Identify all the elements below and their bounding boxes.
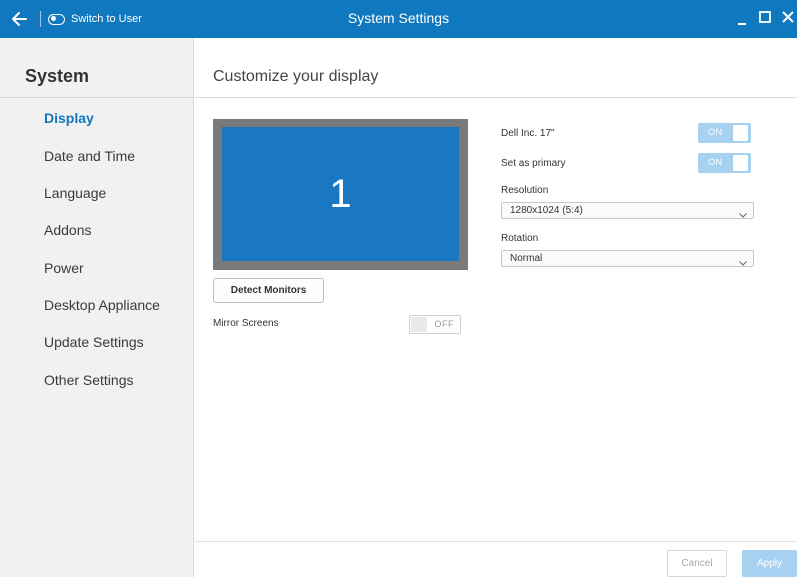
toggle-knob [733,155,748,171]
toggle-knob [411,317,427,332]
monitor-screen: 1 [222,127,459,261]
set-as-primary-toggle[interactable]: ON [698,153,751,173]
sidebar-item-desktop-appliance[interactable]: Desktop Appliance [44,297,160,313]
toggle-knob [733,125,748,141]
mirror-screens-label: Mirror Screens [213,318,279,329]
sidebar-item-update-settings[interactable]: Update Settings [44,334,144,350]
apply-button[interactable]: Apply [742,550,797,577]
monitor-preview[interactable]: 1 [213,119,468,270]
title-bar: Switch to User System Settings [0,0,797,38]
sidebar-item-power[interactable]: Power [44,260,84,276]
sidebar: System Display Date and Time Language Ad… [0,38,194,577]
resolution-value: 1280x1024 (5:4) [510,205,583,216]
monitor-enable-toggle[interactable]: ON [698,123,751,143]
monitor-name-label: Dell Inc. 17" [501,128,555,139]
resolution-select[interactable]: 1280x1024 (5:4) [501,202,754,219]
sidebar-item-addons[interactable]: Addons [44,222,91,238]
rotation-label: Rotation [501,233,539,244]
mirror-screens-toggle[interactable]: OFF [409,315,461,334]
set-as-primary-label: Set as primary [501,158,566,169]
toggle-state: ON [708,157,723,167]
window-title: System Settings [347,10,450,26]
rotation-select[interactable]: Normal [501,250,754,267]
minimize-icon[interactable] [736,13,748,27]
toggle-state: OFF [434,319,454,329]
sidebar-item-display[interactable]: Display [44,110,94,126]
detect-monitors-button[interactable]: Detect Monitors [213,278,324,303]
header-divider [195,97,797,98]
cancel-button[interactable]: Cancel [667,550,727,577]
page-title: Customize your display [213,68,379,85]
close-icon[interactable] [781,10,795,24]
chevron-down-icon [739,208,747,218]
sidebar-item-date-and-time[interactable]: Date and Time [44,148,135,164]
chevron-down-icon [739,256,747,266]
sidebar-title: System [25,66,90,86]
sidebar-item-language[interactable]: Language [44,185,106,201]
maximize-icon[interactable] [758,10,772,24]
toggle-state: ON [708,127,723,137]
monitor-number: 1 [329,171,352,216]
sidebar-item-other-settings[interactable]: Other Settings [44,372,134,388]
rotation-value: Normal [510,253,543,264]
sidebar-divider [0,97,194,98]
resolution-label: Resolution [501,185,549,196]
footer-divider [195,541,797,542]
